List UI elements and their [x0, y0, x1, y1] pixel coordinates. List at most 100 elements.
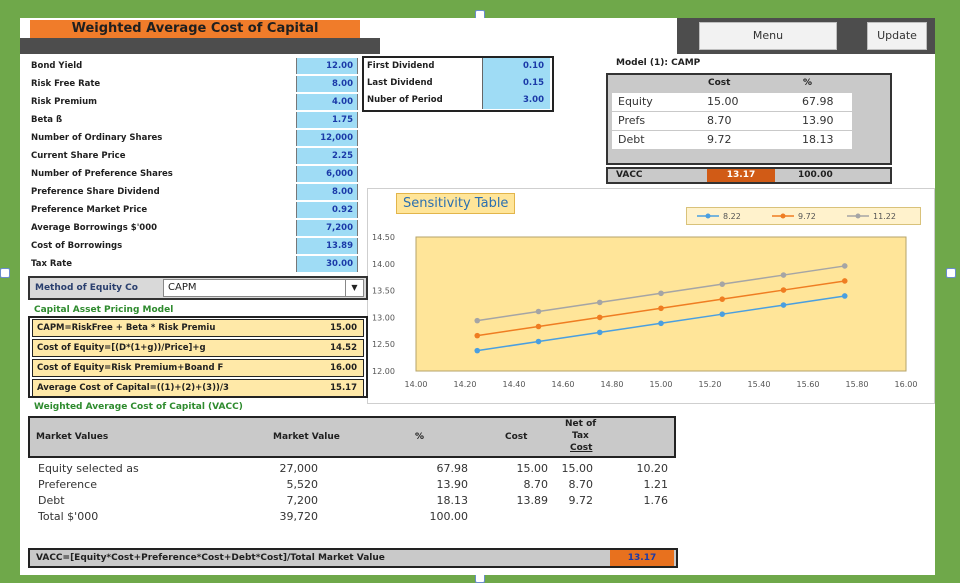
model-row-pct: 67.98: [802, 95, 834, 108]
data-point: [474, 347, 481, 354]
x-tick-label: 15.80: [846, 380, 869, 389]
dividend-value-cell[interactable]: 0.15: [482, 75, 550, 92]
cost-col-header: Cost: [505, 432, 528, 442]
capm-value[interactable]: 16.00: [330, 360, 357, 376]
input-value-cell[interactable]: 30.00: [296, 256, 358, 272]
dividend-value-cell[interactable]: 3.00: [482, 92, 550, 109]
legend-marker: [705, 213, 711, 219]
data-point: [780, 287, 787, 293]
input-value-cell[interactable]: 6,000: [296, 166, 358, 182]
data-point: [658, 290, 664, 297]
wacc-formula-bar: VACC=[Equity*Cost+Preference*Cost+Debt*C…: [28, 548, 678, 568]
input-value-cell[interactable]: 13.89: [296, 238, 358, 254]
pct-header: %: [803, 78, 813, 88]
method-label: Method of Equity Co: [35, 283, 138, 293]
wacc-cell-mv: 5,520: [286, 478, 319, 491]
capm-table: CAPM=RiskFree + Beta * Risk Premiu 15.00 C…: [28, 316, 368, 398]
input-label: Average Borrowings $'000: [31, 223, 158, 233]
net-tax-header-2: Tax: [572, 431, 589, 441]
legend-marker: [780, 213, 786, 219]
wacc-row: Debt 7,200 18.13 13.89 9.72 1.76: [28, 492, 688, 509]
data-point: [719, 296, 726, 302]
data-point: [841, 278, 848, 284]
y-tick-label: 12.00: [372, 367, 395, 376]
data-point: [780, 272, 787, 278]
data-point: [596, 314, 603, 321]
wacc-cell-w: 10.20: [636, 462, 669, 475]
x-tick-label: 14.00: [405, 380, 428, 389]
resize-handle-right[interactable]: [946, 268, 956, 278]
vacc-value: 13.17: [707, 169, 775, 182]
wacc-cell-name: Preference: [38, 478, 97, 491]
input-row: Average Borrowings $'000 7,200: [28, 220, 383, 236]
vacc-total-pct: 100.00: [798, 170, 833, 180]
net-tax-header-1: Net of: [565, 419, 597, 429]
chevron-down-icon[interactable]: ▼: [345, 280, 363, 296]
input-row: Beta ß 1.75: [28, 112, 383, 128]
wacc-formula-label: VACC=[Equity*Cost+Preference*Cost+Debt*C…: [36, 553, 385, 563]
input-value-cell[interactable]: 7,200: [296, 220, 358, 236]
capm-label: CAPM=RiskFree + Beta * Risk Premiu: [37, 323, 216, 333]
method-dropdown[interactable]: CAPM ▼: [163, 279, 364, 297]
menu-button[interactable]: Menu: [699, 22, 837, 50]
wacc-cell-mv: 7,200: [286, 494, 319, 507]
model-row-cost: 15.00: [707, 95, 739, 108]
capm-value[interactable]: 14.52: [330, 340, 357, 356]
wacc-cell-net: 8.70: [568, 478, 594, 491]
input-value-cell[interactable]: 0.92: [296, 202, 358, 218]
wacc-cell-name: Debt: [38, 494, 65, 507]
wacc-row: Equity selected as 27,000 67.98 15.00 15.00 1…: [28, 460, 688, 477]
pct-col-header: %: [415, 432, 425, 442]
resize-handle-left[interactable]: [0, 268, 10, 278]
dividend-table: First Dividend 0.10 Last Dividend 0.15 Nuber…: [362, 56, 554, 112]
input-label: Risk Premium: [31, 97, 97, 107]
input-value-cell[interactable]: 8.00: [296, 76, 358, 92]
data-point: [658, 305, 664, 312]
data-point: [719, 311, 726, 317]
capm-value[interactable]: 15.00: [330, 320, 357, 336]
input-value-cell[interactable]: 4.00: [296, 94, 358, 110]
data-point: [841, 263, 848, 269]
model-row-cost: 8.70: [707, 114, 732, 127]
data-point: [474, 332, 481, 339]
method-selector: Method of Equity Co CAPM ▼: [28, 276, 368, 300]
model-row-name: Prefs: [618, 114, 646, 127]
y-tick-label: 13.50: [372, 287, 395, 296]
input-value-cell[interactable]: 2.25: [296, 148, 358, 164]
capm-label: Average Cost of Capital=((1)+(2)+(3))/3: [37, 383, 229, 393]
input-value-cell[interactable]: 8.00: [296, 184, 358, 200]
x-tick-label: 14.80: [601, 380, 624, 389]
input-row: Tax Rate 30.00: [28, 256, 383, 272]
input-value-cell[interactable]: 1.75: [296, 112, 358, 128]
dividend-value-cell[interactable]: 0.10: [482, 58, 550, 75]
capm-title: Capital Asset Pricing Model: [34, 305, 174, 315]
data-point: [596, 299, 603, 306]
input-value-cell[interactable]: 12.00: [296, 58, 358, 74]
model-summary: Cost % Equity 15.00 67.98 Prefs 8.70 13.90 Deb…: [606, 73, 892, 165]
input-value-cell[interactable]: 12,000: [296, 130, 358, 146]
input-row: Preference Share Dividend 8.00: [28, 184, 383, 200]
sensitivity-chart[interactable]: 12.00 12.50 13.00 13.50 14.00 14.50 14.00 14.20…: [367, 188, 935, 404]
dividend-label: Nuber of Period: [367, 95, 443, 105]
model-row: Debt 9.72 18.13: [612, 131, 852, 149]
model-row-pct: 13.90: [802, 114, 834, 127]
wacc-cell-w: 1.76: [643, 494, 669, 507]
net-tax-header-3: Cost: [570, 443, 593, 453]
update-button[interactable]: Update: [867, 22, 927, 50]
wacc-cell-pct: 18.13: [436, 494, 469, 507]
input-label: Cost of Borrowings: [31, 241, 123, 251]
wacc-cell-mv: 27,000: [279, 462, 319, 475]
wacc-row: Total $'000 39,720 100.00: [28, 508, 688, 525]
legend-marker: [855, 213, 861, 219]
model-row-name: Debt: [618, 133, 645, 146]
dividend-row: Last Dividend 0.15: [364, 75, 552, 92]
input-label: Number of Ordinary Shares: [31, 133, 163, 143]
y-tick-label: 14.00: [372, 260, 395, 269]
spreadsheet: Weighted Average Cost of Capital Menu Up…: [20, 18, 935, 575]
data-point: [780, 302, 787, 308]
model-row-cost: 9.72: [707, 133, 732, 146]
capm-value[interactable]: 15.17: [330, 380, 357, 396]
cost-header: Cost: [708, 78, 731, 88]
input-row: Cost of Borrowings 13.89: [28, 238, 383, 254]
x-tick-label: 15.60: [797, 380, 820, 389]
